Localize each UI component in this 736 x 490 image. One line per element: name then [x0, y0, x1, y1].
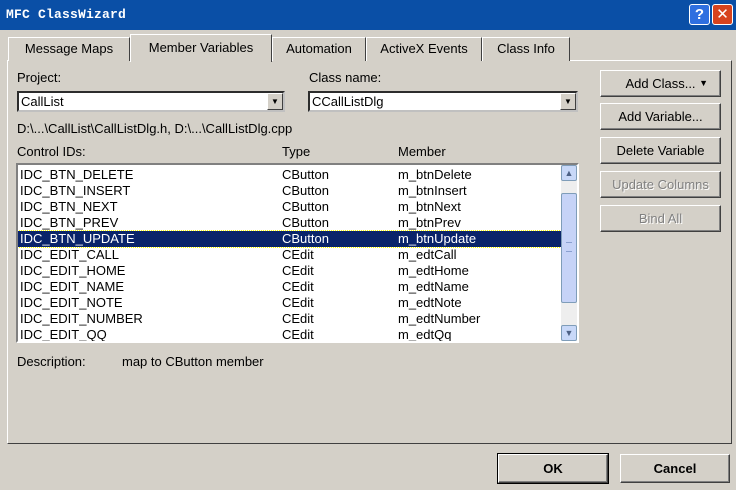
project-value: CallList [21, 94, 64, 109]
title-bar: MFC ClassWizard ? ✕ [0, 0, 736, 30]
class-name-value: CCallListDlg [312, 94, 384, 109]
variables-list[interactable]: IDC_BTN_DELETE CButton m_btnDelete IDC_B… [16, 163, 579, 343]
member-name: m_btnUpdate [398, 231, 477, 246]
description-value: map to CButton member [122, 354, 264, 369]
list-item[interactable]: IDC_EDIT_NUMBER CEdit m_edtNumber [18, 311, 563, 327]
description-label: Description: [17, 354, 86, 369]
list-item[interactable]: IDC_BTN_DELETE CButton m_btnDelete [18, 167, 563, 183]
list-item[interactable]: IDC_EDIT_QQ CEdit m_edtQq [18, 327, 563, 342]
member-name: m_btnDelete [398, 167, 472, 182]
control-type: CButton [282, 167, 329, 182]
add-class-button[interactable]: Add Class... ▼ [600, 70, 721, 97]
delete-variable-button[interactable]: Delete Variable [600, 137, 721, 164]
member-name: m_edtCall [398, 247, 457, 262]
control-id: IDC_EDIT_QQ [20, 327, 107, 342]
control-id: IDC_BTN_INSERT [20, 183, 131, 198]
list-item[interactable]: IDC_EDIT_HOME CEdit m_edtHome [18, 263, 563, 279]
control-type: CButton [282, 231, 329, 246]
control-type: CButton [282, 215, 329, 230]
scroll-up-icon[interactable]: ▲ [561, 165, 577, 181]
member-name: m_btnInsert [398, 183, 467, 198]
control-type: CEdit [282, 327, 314, 342]
control-id: IDC_EDIT_HOME [20, 263, 126, 278]
class-name-combo[interactable]: CCallListDlg ▼ [308, 91, 578, 112]
tab-message-maps[interactable]: Message Maps [8, 37, 130, 61]
member-name: m_btnPrev [398, 215, 461, 230]
tab-automation[interactable]: Automation [272, 37, 366, 61]
add-variable-button[interactable]: Add Variable... [600, 103, 721, 130]
control-id: IDC_EDIT_NOTE [20, 295, 123, 310]
class-name-label: Class name: [309, 70, 382, 85]
control-id: IDC_BTN_DELETE [20, 167, 134, 182]
control-type: CEdit [282, 279, 314, 294]
scroll-thumb[interactable] [561, 193, 577, 303]
cancel-button[interactable]: Cancel [620, 454, 730, 483]
chevron-down-icon: ▼ [699, 78, 708, 88]
control-id: IDC_EDIT_NUMBER [20, 311, 143, 326]
scroll-down-icon[interactable]: ▼ [561, 325, 577, 341]
vertical-scrollbar[interactable]: ▲ ▼ [561, 165, 577, 341]
control-type: CButton [282, 199, 329, 214]
window-title: MFC ClassWizard [6, 7, 127, 22]
list-item[interactable]: IDC_EDIT_NAME CEdit m_edtName [18, 279, 563, 295]
control-id: IDC_EDIT_CALL [20, 247, 119, 262]
chevron-down-icon[interactable]: ▼ [267, 93, 283, 110]
control-type: CEdit [282, 311, 314, 326]
control-id: IDC_BTN_PREV [20, 215, 119, 230]
list-item-selected[interactable]: IDC_BTN_UPDATE CButton m_btnUpdate [18, 230, 564, 248]
control-type: CButton [282, 183, 329, 198]
tab-class-info[interactable]: Class Info [482, 37, 570, 61]
chevron-down-icon[interactable]: ▼ [560, 93, 576, 110]
bind-all-button[interactable]: Bind All [600, 205, 721, 232]
control-type: CEdit [282, 247, 314, 262]
control-id: IDC_EDIT_NAME [20, 279, 125, 294]
ok-button[interactable]: OK [497, 453, 609, 484]
close-icon[interactable]: ✕ [712, 4, 733, 25]
add-class-label: Add Class... [625, 76, 696, 91]
tab-member-variables[interactable]: Member Variables [130, 34, 272, 62]
member-header: Member [398, 144, 446, 159]
member-name: m_edtHome [398, 263, 469, 278]
help-icon[interactable]: ? [689, 4, 710, 25]
member-name: m_edtNumber [398, 311, 481, 326]
control-type: CEdit [282, 295, 314, 310]
control-id: IDC_BTN_NEXT [20, 199, 118, 214]
member-name: m_edtName [398, 279, 469, 294]
list-item[interactable]: IDC_EDIT_CALL CEdit m_edtCall [18, 247, 563, 263]
member-name: m_edtQq [398, 327, 452, 342]
member-name: m_btnNext [398, 199, 461, 214]
project-combo[interactable]: CallList ▼ [17, 91, 285, 112]
file-path: D:\...\CallList\CallListDlg.h, D:\...\Ca… [17, 121, 293, 136]
control-type: CEdit [282, 263, 314, 278]
list-item[interactable]: IDC_EDIT_NOTE CEdit m_edtNote [18, 295, 563, 311]
project-label: Project: [17, 70, 62, 85]
tab-activex-events[interactable]: ActiveX Events [366, 37, 482, 61]
type-header: Type [282, 144, 311, 159]
control-id: IDC_BTN_UPDATE [20, 231, 135, 246]
control-ids-header: Control IDs: [17, 144, 86, 159]
update-columns-button[interactable]: Update Columns [600, 171, 721, 198]
list-item[interactable]: IDC_BTN_NEXT CButton m_btnNext [18, 199, 563, 215]
list-item[interactable]: IDC_BTN_INSERT CButton m_btnInsert [18, 183, 563, 199]
list-item[interactable]: IDC_BTN_PREV CButton m_btnPrev [18, 215, 563, 231]
grip-icon [566, 242, 572, 252]
member-name: m_edtNote [398, 295, 462, 310]
